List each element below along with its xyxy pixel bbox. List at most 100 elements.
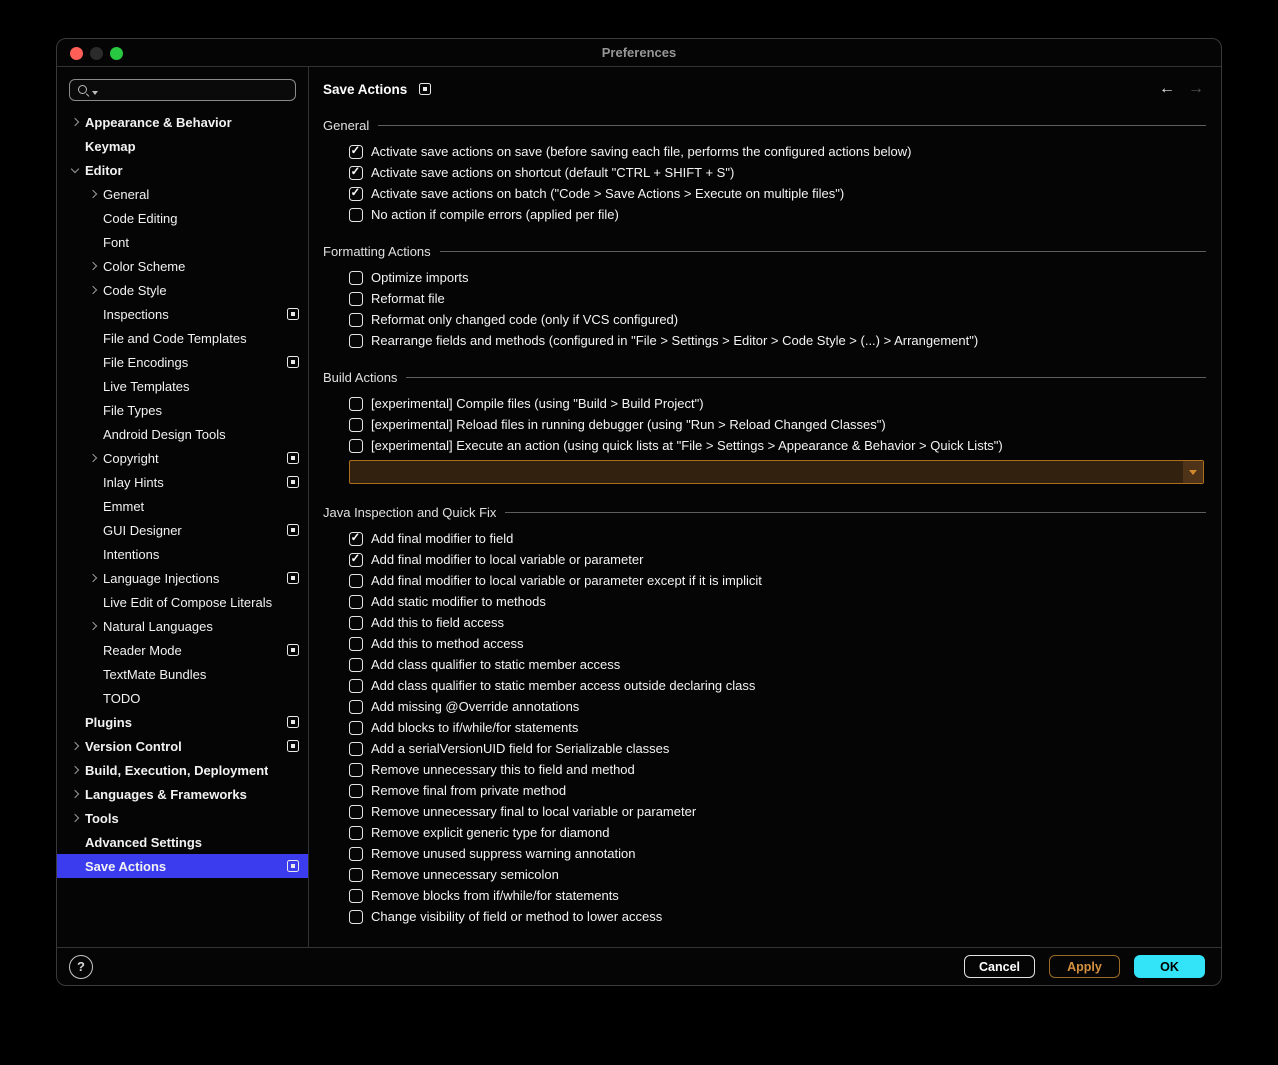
sidebar-item-reader-mode[interactable]: Reader Mode [57, 638, 308, 662]
quick-list-combobox[interactable] [349, 460, 1204, 484]
sidebar-item-general[interactable]: General [57, 182, 308, 206]
checkbox-unchecked[interactable] [349, 889, 363, 903]
checkbox-unchecked[interactable] [349, 439, 363, 453]
checkbox-unchecked[interactable] [349, 910, 363, 924]
chevron-right-icon[interactable] [89, 287, 103, 293]
checkbox-unchecked[interactable] [349, 742, 363, 756]
sidebar-item-keymap[interactable]: Keymap [57, 134, 308, 158]
help-button[interactable]: ? [69, 955, 93, 979]
section-title: General [323, 118, 369, 133]
sidebar-item-intentions[interactable]: Intentions [57, 542, 308, 566]
sidebar-item-inlay-hints[interactable]: Inlay Hints [57, 470, 308, 494]
sidebar-item-android-design-tools[interactable]: Android Design Tools [57, 422, 308, 446]
checkbox-checked[interactable] [349, 532, 363, 546]
combobox-dropdown-button[interactable] [1183, 461, 1203, 483]
sidebar-item-color-scheme[interactable]: Color Scheme [57, 254, 308, 278]
sidebar-item-tools[interactable]: Tools [57, 806, 308, 830]
sidebar-item-file-types[interactable]: File Types [57, 398, 308, 422]
checkbox-unchecked[interactable] [349, 292, 363, 306]
checkbox-checked[interactable] [349, 145, 363, 159]
chevron-right-icon[interactable] [89, 575, 103, 581]
checkbox-unchecked[interactable] [349, 208, 363, 222]
sidebar-item-languages-frameworks[interactable]: Languages & Frameworks [57, 782, 308, 806]
sidebar-item-inspections[interactable]: Inspections [57, 302, 308, 326]
sidebar-item-build-execution-deployment[interactable]: Build, Execution, Deployment [57, 758, 308, 782]
sidebar-item-natural-languages[interactable]: Natural Languages [57, 614, 308, 638]
checkbox-unchecked[interactable] [349, 658, 363, 672]
checkbox-unchecked[interactable] [349, 826, 363, 840]
checkbox-label: Remove unnecessary semicolon [371, 867, 559, 882]
sidebar-item-textmate-bundles[interactable]: TextMate Bundles [57, 662, 308, 686]
sidebar-item-live-edit-of-compose-literals[interactable]: Live Edit of Compose Literals [57, 590, 308, 614]
apply-button[interactable]: Apply [1049, 955, 1120, 978]
checkbox-label: Remove unused suppress warning annotatio… [371, 846, 636, 861]
chevron-right-icon[interactable] [71, 767, 85, 773]
sidebar-item-file-and-code-templates[interactable]: File and Code Templates [57, 326, 308, 350]
checkbox-unchecked[interactable] [349, 700, 363, 714]
sidebar-item-file-encodings[interactable]: File Encodings [57, 350, 308, 374]
checkbox-unchecked[interactable] [349, 397, 363, 411]
checkbox-unchecked[interactable] [349, 868, 363, 882]
chevron-right-icon[interactable] [89, 191, 103, 197]
checkbox-unchecked[interactable] [349, 784, 363, 798]
checkbox-unchecked[interactable] [349, 637, 363, 651]
checkbox-unchecked[interactable] [349, 847, 363, 861]
checkbox-unchecked[interactable] [349, 721, 363, 735]
sidebar-item-appearance-behavior[interactable]: Appearance & Behavior [57, 110, 308, 134]
checkbox-unchecked[interactable] [349, 616, 363, 630]
sidebar-item-editor[interactable]: Editor [57, 158, 308, 182]
chevron-right-icon[interactable] [89, 623, 103, 629]
sidebar-item-emmet[interactable]: Emmet [57, 494, 308, 518]
checkbox-checked[interactable] [349, 166, 363, 180]
settings-search[interactable] [69, 79, 296, 101]
chevron-right-icon[interactable] [89, 263, 103, 269]
chevron-down-icon[interactable] [71, 168, 85, 172]
sidebar-item-version-control[interactable]: Version Control [57, 734, 308, 758]
checkbox-unchecked[interactable] [349, 763, 363, 777]
checkbox-unchecked[interactable] [349, 418, 363, 432]
sidebar-item-todo[interactable]: TODO [57, 686, 308, 710]
section-title: Java Inspection and Quick Fix [323, 505, 496, 520]
titlebar[interactable]: Preferences [57, 39, 1221, 67]
sidebar-item-language-injections[interactable]: Language Injections [57, 566, 308, 590]
search-input[interactable] [100, 83, 289, 97]
search-options-caret-icon[interactable] [92, 91, 98, 95]
footer-bar: ? Cancel Apply OK [57, 947, 1221, 985]
checkbox-unchecked[interactable] [349, 574, 363, 588]
back-arrow-icon[interactable]: ← [1159, 81, 1175, 97]
checkbox-unchecked[interactable] [349, 271, 363, 285]
checkbox-unchecked[interactable] [349, 595, 363, 609]
chevron-right-icon[interactable] [71, 815, 85, 821]
checkbox-unchecked[interactable] [349, 679, 363, 693]
sidebar-item-label: TODO [103, 691, 140, 706]
forward-arrow-icon[interactable]: → [1188, 81, 1204, 97]
minimize-window-button[interactable] [90, 47, 103, 60]
maximize-window-button[interactable] [110, 47, 123, 60]
sidebar-item-code-style[interactable]: Code Style [57, 278, 308, 302]
sidebar-item-live-templates[interactable]: Live Templates [57, 374, 308, 398]
sidebar-item-advanced-settings[interactable]: Advanced Settings [57, 830, 308, 854]
sidebar-item-gui-designer[interactable]: GUI Designer [57, 518, 308, 542]
ok-button[interactable]: OK [1134, 955, 1205, 978]
chevron-right-icon[interactable] [71, 791, 85, 797]
checkbox-label: Add final modifier to local variable or … [371, 573, 762, 588]
sidebar-item-copyright[interactable]: Copyright [57, 446, 308, 470]
chevron-right-icon[interactable] [71, 743, 85, 749]
checkbox-row-add-blocks-to-if-while-for-statements: Add blocks to if/while/for statements [349, 717, 1206, 738]
checkbox-checked[interactable] [349, 553, 363, 567]
checkbox-unchecked[interactable] [349, 334, 363, 348]
checkbox-checked[interactable] [349, 187, 363, 201]
chevron-right-icon[interactable] [89, 455, 103, 461]
checkbox-unchecked[interactable] [349, 805, 363, 819]
chevron-right-icon[interactable] [71, 119, 85, 125]
section-title: Build Actions [323, 370, 397, 385]
sidebar-item-code-editing[interactable]: Code Editing [57, 206, 308, 230]
close-window-button[interactable] [70, 47, 83, 60]
sidebar-item-plugins[interactable]: Plugins [57, 710, 308, 734]
checkbox-unchecked[interactable] [349, 313, 363, 327]
sidebar-item-label: Color Scheme [103, 259, 185, 274]
sidebar-item-save-actions[interactable]: Save Actions [57, 854, 308, 878]
cancel-button[interactable]: Cancel [964, 955, 1035, 978]
sidebar-item-label: Reader Mode [103, 643, 182, 658]
sidebar-item-font[interactable]: Font [57, 230, 308, 254]
